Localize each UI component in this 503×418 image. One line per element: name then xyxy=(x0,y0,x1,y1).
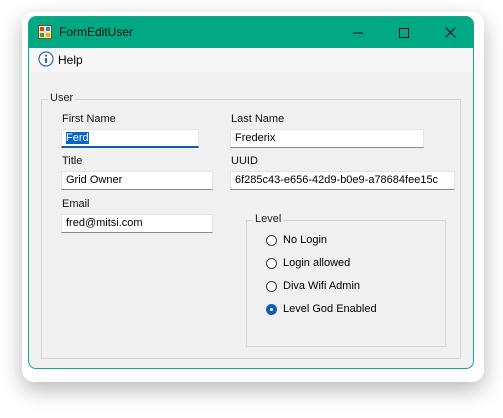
minimize-button[interactable] xyxy=(335,17,381,48)
info-icon xyxy=(38,50,54,70)
menu-help-label: Help xyxy=(58,53,83,67)
title-label: Title xyxy=(62,155,83,167)
form-edit-user-window: FormEditUser Help User First Name Ferd L… xyxy=(28,16,474,369)
radio-no-login-indicator xyxy=(266,234,277,246)
email-label: Email xyxy=(62,198,90,210)
radio-level-god-enabled[interactable]: Level God Enabled xyxy=(266,303,377,315)
radio-diva-wifi-admin-indicator xyxy=(266,280,277,292)
radio-no-login-label: No Login xyxy=(283,234,328,246)
first-name-value: Ferd xyxy=(66,132,89,144)
level-options: No Login Login allowed Diva Wifi Admin L… xyxy=(246,220,446,347)
menu-help[interactable]: Help xyxy=(38,50,83,70)
radio-login-allowed-indicator xyxy=(266,257,277,269)
app-form-icon xyxy=(38,25,52,39)
user-groupbox-title: User xyxy=(48,92,76,104)
maximize-button[interactable] xyxy=(381,17,427,48)
close-icon xyxy=(444,27,456,38)
menu-bar: Help xyxy=(29,48,473,72)
first-name-input[interactable]: Ferd xyxy=(61,129,199,148)
minimize-icon xyxy=(353,32,363,33)
maximize-icon xyxy=(399,27,409,38)
radio-diva-wifi-admin[interactable]: Diva Wifi Admin xyxy=(266,280,360,292)
first-name-label: First Name xyxy=(62,113,116,125)
radio-login-allowed[interactable]: Login allowed xyxy=(266,257,350,269)
radio-no-login[interactable]: No Login xyxy=(266,234,327,246)
radio-login-allowed-label: Login allowed xyxy=(283,257,351,269)
window-title: FormEditUser xyxy=(59,25,134,39)
radio-level-god-enabled-indicator xyxy=(266,303,277,315)
uuid-label: UUID xyxy=(231,155,258,167)
radio-level-god-enabled-label: Level God Enabled xyxy=(283,303,377,315)
last-name-input[interactable]: Frederix xyxy=(230,129,424,148)
uuid-input[interactable]: 6f285c43-e656-42d9-b0e9-a78684fee15c xyxy=(230,171,455,190)
title-input[interactable]: Grid Owner xyxy=(61,171,213,190)
close-button[interactable] xyxy=(427,17,473,48)
title-bar[interactable]: FormEditUser xyxy=(29,17,473,48)
email-input[interactable]: fred@mitsi.com xyxy=(61,214,213,233)
radio-diva-wifi-admin-label: Diva Wifi Admin xyxy=(283,280,361,292)
last-name-label: Last Name xyxy=(231,113,285,125)
